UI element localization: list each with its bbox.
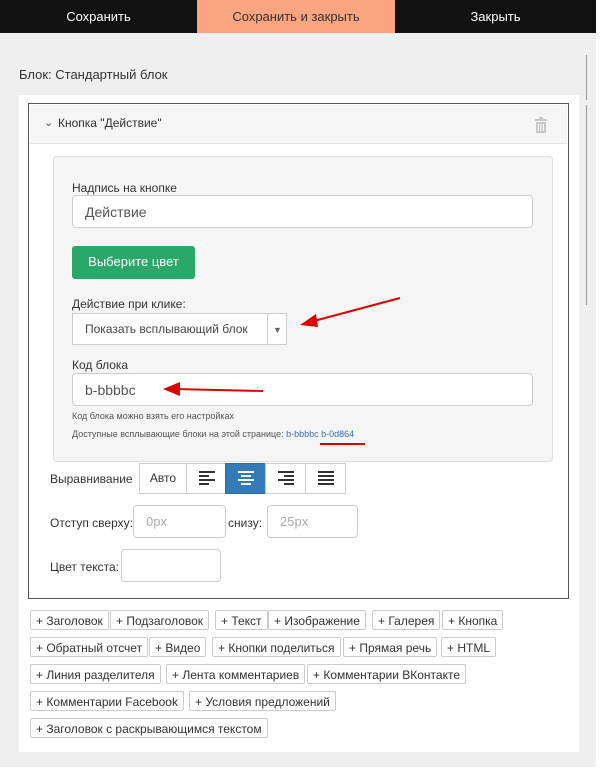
top-bar: Сохранить Сохранить и закрыть Закрыть: [0, 0, 596, 33]
add-quote-button[interactable]: + Прямая речь: [343, 637, 438, 657]
add-button-button[interactable]: + Кнопка: [442, 610, 504, 630]
save-and-close-button[interactable]: Сохранить и закрыть: [197, 0, 395, 33]
save-button[interactable]: Сохранить: [0, 0, 197, 33]
add-subheading-button[interactable]: + Подзаголовок: [110, 610, 210, 630]
select-separator: [267, 314, 268, 344]
widget-header[interactable]: ⌄ Кнопка "Действие": [30, 105, 567, 144]
click-action-select[interactable]: Показать всплывающий блок ▼: [72, 313, 287, 345]
popup-code-link[interactable]: b-bbbbc: [286, 429, 319, 439]
bottom-edge: [0, 767, 602, 775]
right-edge-line: [586, 55, 587, 100]
text-color-label: Цвет текста:: [50, 560, 120, 574]
close-button[interactable]: Закрыть: [395, 0, 596, 33]
block-title: Блок: Стандартный блок: [19, 67, 168, 82]
trash-icon[interactable]: [535, 117, 547, 133]
block-code-input[interactable]: b-bbbbc: [72, 373, 533, 406]
block-code-label: Код блока: [72, 358, 129, 372]
button-text-input[interactable]: Действие: [72, 195, 533, 228]
add-text-button[interactable]: + Текст: [215, 610, 268, 630]
available-popups-hint: Доступные всплывающие блоки на этой стра…: [72, 429, 354, 439]
margin-top-label: Отступ сверху:: [50, 516, 133, 530]
add-video-button[interactable]: + Видео: [149, 637, 207, 657]
add-image-button[interactable]: + Изображение: [268, 610, 366, 630]
add-html-button[interactable]: + HTML: [441, 637, 497, 657]
align-center-icon: [238, 471, 254, 485]
annotation-underline: [320, 443, 365, 445]
add-offer-terms-button[interactable]: + Условия предложений: [189, 691, 336, 711]
right-edge-line: [586, 105, 587, 305]
popup-code-link[interactable]: b-0d864: [321, 429, 354, 439]
add-gallery-button[interactable]: + Галерея: [372, 610, 441, 630]
block-code-hint: Код блока можно взять его настройках: [72, 411, 235, 421]
add-heading-button[interactable]: + Заголовок: [30, 610, 109, 630]
text-color-input[interactable]: [121, 549, 221, 582]
button-text-label: Надпись на кнопке: [72, 181, 177, 195]
add-facebook-comments-button[interactable]: + Комментарии Facebook: [30, 691, 184, 711]
alignment-label: Выравнивание: [50, 472, 133, 486]
add-expandable-heading-button[interactable]: + Заголовок с раскрывающимся текстом: [30, 718, 268, 738]
annotation-arrow-icon: [300, 297, 401, 327]
add-countdown-button[interactable]: + Обратный отсчет: [30, 637, 149, 657]
align-left-button[interactable]: [186, 463, 226, 494]
margin-top-input[interactable]: 0px: [133, 505, 226, 538]
align-center-button[interactable]: [225, 463, 266, 494]
available-popups-text: Доступные всплывающие блоки на этой стра…: [72, 429, 284, 439]
click-action-value: Показать всплывающий блок: [85, 322, 248, 336]
choose-color-button[interactable]: Выберите цвет: [72, 246, 195, 279]
click-action-label: Действие при клике:: [72, 297, 186, 311]
add-comments-feed-button[interactable]: + Лента комментариев: [166, 664, 306, 684]
add-vk-comments-button[interactable]: + Комментарии ВКонтакте: [307, 664, 467, 684]
align-auto-button[interactable]: Авто: [139, 463, 187, 494]
button-widget: ⌄ Кнопка "Действие" Надпись на кнопке Де…: [28, 103, 569, 599]
add-share-buttons-button[interactable]: + Кнопки поделиться: [212, 637, 341, 657]
caret-down-icon[interactable]: ▼: [273, 315, 282, 345]
chevron-down-icon[interactable]: ⌄: [44, 116, 53, 129]
annotation-arrow-icon: [163, 382, 264, 396]
align-right-icon: [278, 471, 294, 485]
widget-title: Кнопка "Действие": [58, 116, 162, 130]
align-justify-icon: [318, 471, 334, 485]
margin-bottom-input[interactable]: 25px: [267, 505, 358, 538]
right-edge: [596, 0, 602, 775]
add-divider-button[interactable]: + Линия разделителя: [30, 664, 161, 684]
align-right-button[interactable]: [265, 463, 306, 494]
margin-bottom-label: снизу:: [228, 516, 263, 530]
align-auto-label: Авто: [149, 471, 177, 485]
align-left-icon: [199, 471, 215, 485]
align-justify-button[interactable]: [305, 463, 346, 494]
